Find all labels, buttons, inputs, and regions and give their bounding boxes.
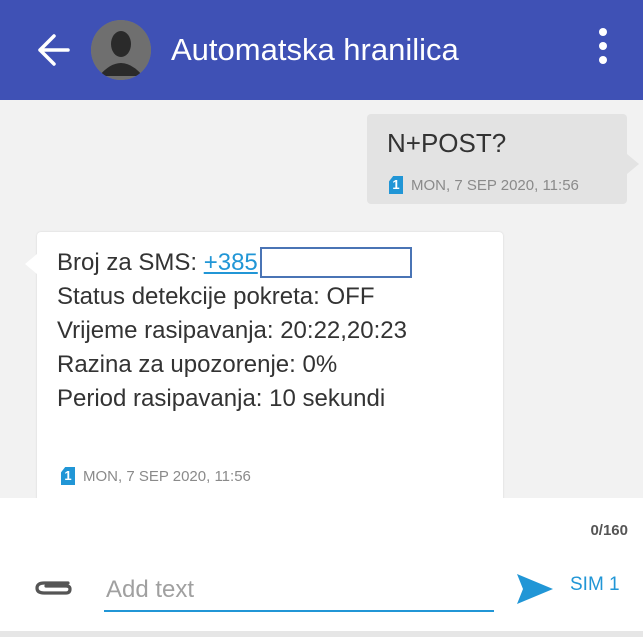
message-input[interactable] [104, 570, 494, 612]
character-counter: 0/160 [590, 522, 628, 539]
redaction-box [259, 247, 412, 278]
outgoing-message-meta: 1 MON, 7 SEP 2020, 11:56 [389, 176, 579, 194]
send-icon[interactable] [515, 572, 555, 606]
message-line: Broj za SMS: +385 [57, 246, 412, 280]
message-composer: 0/160 SIM 1 [0, 498, 643, 637]
attachment-icon[interactable] [34, 575, 74, 599]
outgoing-timestamp: MON, 7 SEP 2020, 11:56 [411, 176, 579, 194]
conversation-area[interactable]: N+POST? 1 MON, 7 SEP 2020, 11:56 Broj za… [0, 100, 643, 498]
incoming-message-bubble[interactable]: Broj za SMS: +385 Status detekcije pokre… [25, 232, 503, 498]
conversation-title: Automatska hranilica [171, 32, 459, 67]
message-line: Period rasipavanja: 10 sekundi [57, 385, 386, 412]
back-arrow-icon[interactable] [32, 30, 72, 70]
sim-card-icon: 1 [389, 176, 403, 194]
message-line: Razina za upozorenje: 0% [57, 351, 338, 378]
sim-card-icon: 1 [61, 467, 75, 485]
outgoing-message-text: N+POST? [387, 128, 507, 158]
send-sim-label[interactable]: SIM 1 [570, 574, 620, 596]
app-bar: Automatska hranilica [0, 0, 643, 100]
outgoing-message-bubble[interactable]: N+POST? 1 MON, 7 SEP 2020, 11:56 [367, 114, 639, 204]
bottom-divider [0, 631, 643, 637]
message-line: Status detekcije pokreta: OFF [57, 283, 375, 310]
incoming-timestamp: MON, 7 SEP 2020, 11:56 [83, 467, 251, 485]
more-vert-icon[interactable] [590, 28, 616, 72]
phone-number-link[interactable]: +385 [204, 249, 258, 276]
incoming-message-text: Broj za SMS: +385 Status detekcije pokre… [57, 246, 412, 416]
contact-avatar-icon[interactable] [91, 20, 151, 80]
message-line: Vrijeme rasipavanja: 20:22,20:23 [57, 317, 407, 344]
incoming-message-meta: 1 MON, 7 SEP 2020, 11:56 [61, 467, 251, 485]
